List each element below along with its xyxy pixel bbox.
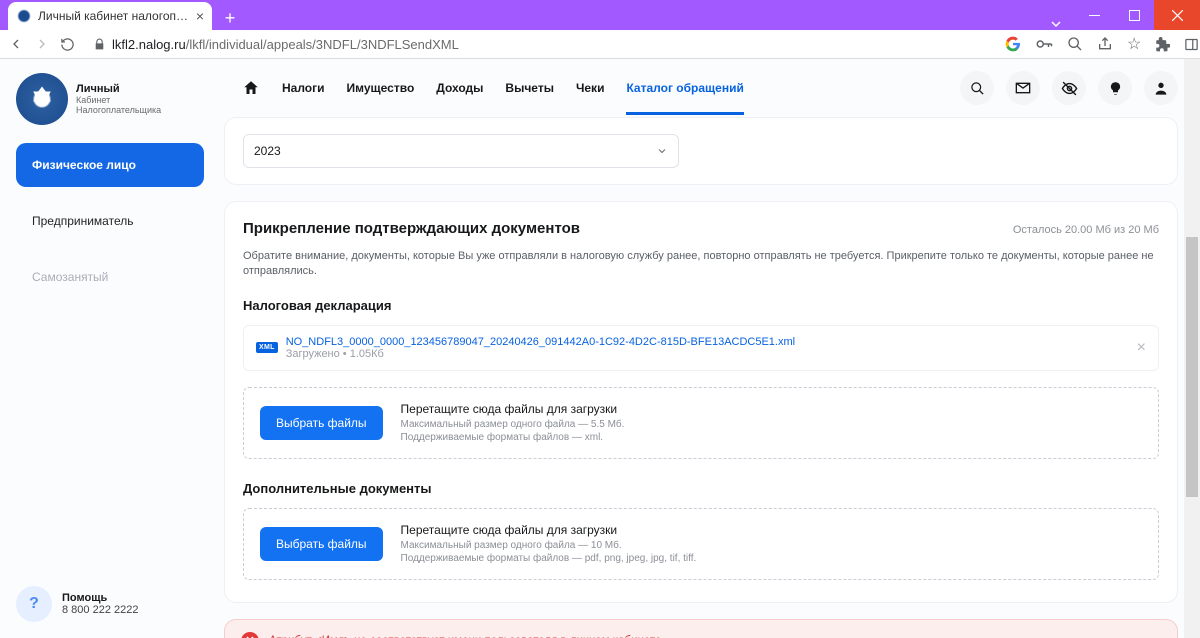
sidebar-item-entrepreneur[interactable]: Предприниматель [16,199,204,243]
home-icon[interactable] [242,79,260,97]
profile-button[interactable] [1144,71,1178,105]
sidebar-item-label: Предприниматель [32,214,133,228]
bookmark-star-icon[interactable]: ☆ [1127,34,1141,54]
sidebar-item-individual[interactable]: Физическое лицо [16,143,204,187]
dropzone-hint1: Максимальный размер одного файла — 10 Мб… [401,539,697,552]
docs-title: Прикрепление подтверждающих документов [243,220,580,237]
extensions-icon[interactable] [1155,37,1170,52]
sidebar-item-label: Самозанятый [32,270,108,284]
docs-subtitle-additional: Дополнительные документы [243,481,1159,496]
new-tab-button[interactable]: + [218,6,242,30]
url-text: lkfl2.nalog.ru/lkfl/individual/appeals/3… [112,37,459,52]
nav-deductions[interactable]: Вычеты [505,75,554,101]
share-icon[interactable] [1097,36,1113,52]
site-logo[interactable]: Личный Кабинет Налогоплательщика [16,73,204,125]
dropzone-label: Перетащите сюда файлы для загрузки [401,402,625,416]
tab-close-icon[interactable]: × [196,8,204,24]
uploaded-file-row: XML NO_NDFL3_0000_0000_123456789047_2024… [243,325,1159,371]
nav-reload-button[interactable] [60,33,75,55]
docs-subtitle-declaration: Налоговая декларация [243,298,1159,313]
docs-remaining: Осталось 20.00 Мб из 20 Мб [1013,224,1159,236]
page: Личный Кабинет Налогоплательщика Физичес… [0,59,1200,638]
file-remove-icon[interactable]: × [1137,339,1146,357]
top-nav: Налоги Имущество Доходы Вычеты Чеки Ката… [220,59,1200,117]
browser-titlebar: Личный кабинет налогоплатель… × + [0,0,1200,30]
file-type-badge: XML [256,342,278,353]
window-maximize-button[interactable] [1114,0,1154,30]
help-title: Помощь [62,592,138,604]
main: Налоги Имущество Доходы Вычеты Чеки Ката… [220,59,1200,638]
sidebar: Личный Кабинет Налогоплательщика Физичес… [0,59,220,638]
help-block[interactable]: ? Помощь 8 800 222 2222 [16,586,204,622]
tab-favicon-icon [16,8,32,24]
nav-forward-button[interactable] [34,33,50,55]
nav-property[interactable]: Имущество [347,75,415,101]
address-bar: lkfl2.nalog.ru/lkfl/individual/appeals/3… [0,30,1200,59]
chevron-down-icon [656,145,668,157]
url-field[interactable]: lkfl2.nalog.ru/lkfl/individual/appeals/3… [85,32,985,56]
side-panel-icon[interactable] [1184,37,1199,52]
hint-bulb-button[interactable] [1098,71,1132,105]
lock-icon [93,38,106,51]
logo-text: Личный Кабинет Налогоплательщика [76,83,161,115]
sidebar-item-label: Физическое лицо [32,158,136,172]
dropzone-hint2: Поддерживаемые форматы файлов — xml. [401,431,625,444]
password-key-icon[interactable] [1035,35,1053,53]
content: 2023 Прикрепление подтверждающих докумен… [220,117,1200,638]
nav-receipts[interactable]: Чеки [576,75,605,101]
choose-files-button[interactable]: Выбрать файлы [260,527,383,561]
file-meta: Загружено • 1.05Кб [286,348,1129,360]
nav-appeals-catalog[interactable]: Каталог обращений [626,75,743,115]
tab-title: Личный кабинет налогоплатель… [38,9,190,23]
window-minimize-button[interactable] [1074,0,1114,30]
nav-back-button[interactable] [8,33,24,55]
dropzone-hint2: Поддерживаемые форматы файлов — pdf, png… [401,552,697,565]
docs-note: Обратите внимание, документы, которые Вы… [243,249,1159,280]
page-scrollbar[interactable] [1184,59,1200,638]
dropzone-label: Перетащите сюда файлы для загрузки [401,523,697,537]
sidebar-item-selfemployed[interactable]: Самозанятый [16,255,204,299]
year-select[interactable]: 2023 [243,134,679,168]
documents-card: Прикрепление подтверждающих документов О… [224,201,1178,603]
error-banner: ✕ Атрибут <Имя> не соответствует имени п… [224,619,1178,638]
visibility-button[interactable] [1052,71,1086,105]
google-icon[interactable] [1005,36,1021,52]
tabs-menu-icon[interactable] [1042,18,1070,30]
help-phone: 8 800 222 2222 [62,604,138,616]
nav-income[interactable]: Доходы [436,75,483,101]
help-icon: ? [16,586,52,622]
year-value: 2023 [254,144,281,158]
file-name[interactable]: NO_NDFL3_0000_0000_123456789047_20240426… [286,336,1129,348]
emblem-icon [16,73,68,125]
toolbar-icons: ☆ ⋮ [1005,34,1200,54]
choose-files-button[interactable]: Выбрать файлы [260,406,383,440]
error-icon: ✕ [241,632,259,638]
dropzone-declaration[interactable]: Выбрать файлы Перетащите сюда файлы для … [243,387,1159,459]
nav-taxes[interactable]: Налоги [282,75,325,101]
dropzone-hint1: Максимальный размер одного файла — 5.5 М… [401,418,625,431]
window-close-button[interactable] [1154,0,1200,30]
year-card: 2023 [224,117,1178,185]
search-button[interactable] [960,71,994,105]
browser-tab[interactable]: Личный кабинет налогоплатель… × [8,2,212,30]
messages-button[interactable] [1006,71,1040,105]
dropzone-additional[interactable]: Выбрать файлы Перетащите сюда файлы для … [243,508,1159,580]
zoom-icon[interactable] [1067,36,1083,52]
scrollbar-thumb[interactable] [1186,237,1198,497]
